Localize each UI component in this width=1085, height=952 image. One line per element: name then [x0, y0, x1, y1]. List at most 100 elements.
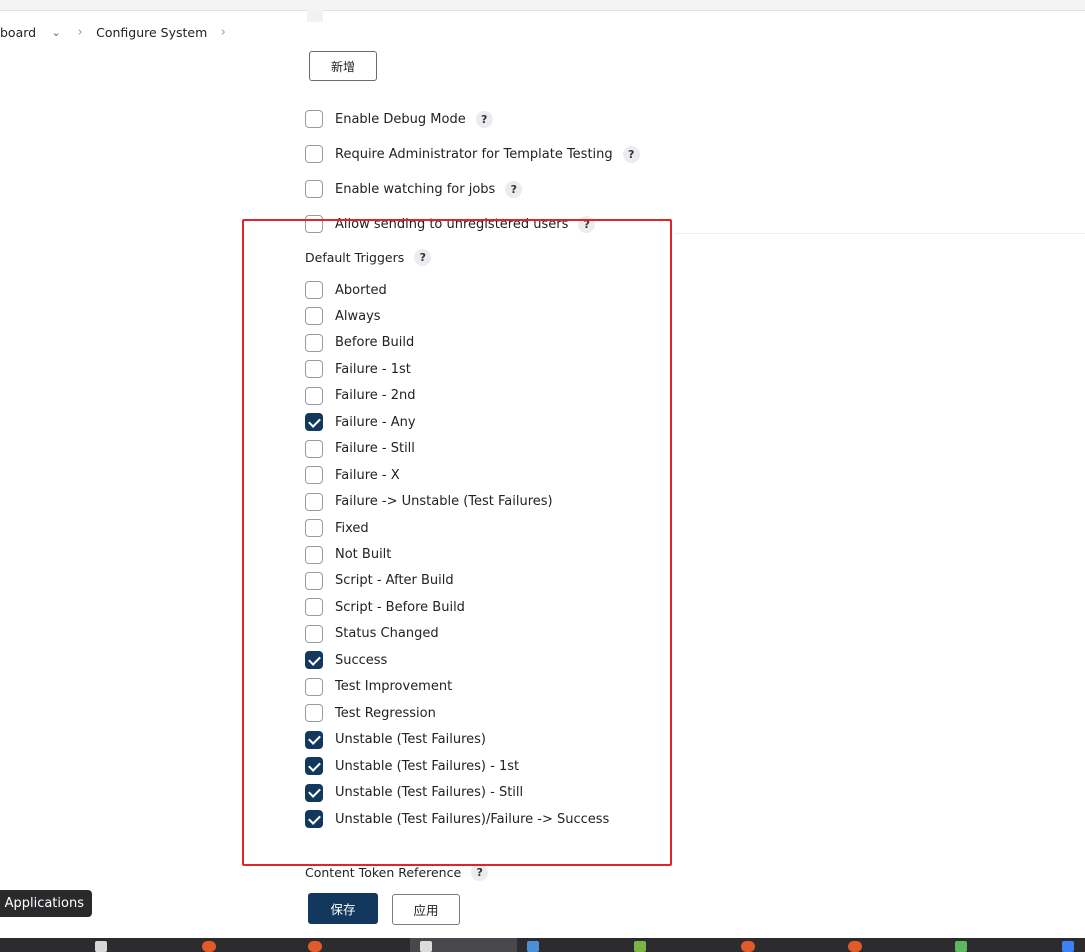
trigger-row[interactable]: Aborted — [305, 279, 387, 301]
checkbox[interactable] — [305, 360, 323, 379]
checkbox[interactable] — [305, 281, 323, 299]
trigger-label: Failure - 2nd — [335, 388, 416, 404]
checkbox[interactable] — [305, 545, 323, 564]
chevron-right-icon: › — [220, 24, 226, 40]
trigger-row[interactable]: Failure - Still — [305, 438, 415, 460]
trigger-row[interactable]: Always — [305, 305, 381, 327]
trigger-label: Always — [335, 308, 381, 324]
checkbox-checked[interactable] — [305, 810, 323, 828]
help-icon[interactable]: ? — [414, 249, 432, 266]
checkbox[interactable] — [305, 180, 323, 198]
trigger-label: Unstable (Test Failures) - 1st — [335, 758, 520, 774]
trigger-label: Failure - X — [335, 467, 400, 483]
checkbox[interactable] — [305, 215, 323, 233]
trigger-label: Success — [335, 652, 388, 668]
taskbar-app-icon[interactable] — [202, 941, 216, 952]
checkbox-checked[interactable] — [305, 730, 323, 749]
checkbox[interactable] — [305, 677, 323, 696]
trigger-label: Fixed — [335, 520, 369, 536]
option-label: Require Administrator for Template Testi… — [335, 146, 613, 162]
breadcrumb-dashboard[interactable]: board — [0, 25, 36, 40]
trigger-row[interactable]: Failure - 1st — [305, 358, 411, 380]
chevron-down-icon[interactable]: ⌄ — [48, 26, 64, 39]
trigger-row[interactable]: Unstable (Test Failures) - Still — [305, 782, 523, 804]
checkbox-checked[interactable] — [305, 783, 323, 802]
content-token-reference: Content Token Reference ? — [305, 864, 489, 881]
taskbar-app-icon[interactable] — [527, 941, 539, 952]
trigger-row[interactable]: Test Improvement — [305, 676, 452, 698]
help-icon[interactable]: ? — [578, 215, 596, 233]
checkbox[interactable] — [305, 704, 323, 723]
help-icon[interactable]: ? — [505, 180, 523, 198]
option-label: Allow sending to unregistered users — [335, 216, 569, 232]
checkbox[interactable] — [305, 333, 323, 352]
checkbox-checked[interactable] — [305, 413, 323, 432]
breadcrumb-configure-system[interactable]: Configure System — [96, 25, 207, 40]
trigger-row[interactable]: Script - Before Build — [305, 596, 465, 618]
trigger-label: Not Built — [335, 547, 392, 562]
trigger-label: Aborted — [335, 282, 387, 298]
checkbox[interactable] — [305, 439, 323, 458]
help-icon[interactable]: ? — [471, 864, 489, 881]
trigger-row[interactable]: Not Built — [305, 544, 391, 566]
trigger-label: Failure - 1st — [335, 361, 411, 377]
taskbar-app-icon[interactable] — [308, 941, 322, 952]
trigger-row[interactable]: Failure - Any — [305, 411, 416, 433]
breadcrumb: board ⌄ › Configure System › — [0, 18, 239, 46]
trigger-row[interactable]: Unstable (Test Failures) — [305, 729, 486, 751]
top-scroll-edge — [0, 0, 1085, 22]
trigger-row[interactable]: Unstable (Test Failures) - 1st — [305, 755, 519, 777]
help-icon[interactable]: ? — [475, 110, 493, 128]
trigger-row[interactable]: Script - After Build — [305, 570, 454, 592]
taskbar-app-icon[interactable] — [95, 941, 107, 952]
checkbox[interactable] — [305, 466, 323, 485]
taskbar-app-icon[interactable] — [1062, 941, 1074, 952]
default-triggers-heading: Default Triggers ? — [305, 249, 432, 266]
checkbox[interactable] — [305, 307, 323, 326]
default-triggers-label: Default Triggers — [305, 250, 405, 265]
top-stub — [307, 10, 323, 22]
checkbox[interactable] — [305, 386, 323, 405]
checkbox-checked[interactable] — [305, 757, 323, 776]
option-allow-unregistered-users[interactable]: Allow sending to unregistered users ? — [305, 213, 596, 235]
option-enable-watching-jobs[interactable]: Enable watching for jobs ? — [305, 178, 523, 200]
option-label: Enable watching for jobs — [335, 181, 496, 197]
checkbox[interactable] — [305, 519, 323, 538]
trigger-label: Test Regression — [335, 705, 436, 721]
taskbar-app-icon[interactable] — [634, 941, 646, 952]
trigger-row[interactable]: Test Regression — [305, 702, 436, 724]
option-require-admin-template-testing[interactable]: Require Administrator for Template Testi… — [305, 143, 640, 165]
taskbar-app-icon[interactable] — [955, 941, 967, 952]
trigger-row[interactable]: Fixed — [305, 517, 369, 539]
trigger-row[interactable]: Before Build — [305, 332, 414, 354]
option-enable-debug-mode[interactable]: Enable Debug Mode ? — [305, 108, 493, 130]
taskbar-app-icon[interactable] — [741, 941, 755, 952]
checkbox[interactable] — [305, 145, 323, 163]
checkbox-checked[interactable] — [305, 651, 323, 670]
trigger-label: Script - After Build — [335, 573, 454, 589]
trigger-label: Status Changed — [335, 626, 439, 642]
trigger-row[interactable]: Failure - X — [305, 464, 400, 486]
help-icon[interactable]: ? — [622, 145, 640, 163]
trigger-label: Test Improvement — [335, 679, 453, 695]
taskbar-app-icon[interactable] — [420, 941, 432, 952]
apply-button[interactable]: 应用 — [392, 894, 460, 925]
trigger-row[interactable]: Unstable (Test Failures)/Failure -> Succ… — [305, 808, 609, 830]
divider — [674, 233, 1085, 234]
trigger-row[interactable]: Failure -> Unstable (Test Failures) — [305, 491, 553, 513]
taskbar — [0, 938, 1085, 952]
checkbox[interactable] — [305, 110, 323, 128]
trigger-row[interactable]: Failure - 2nd — [305, 385, 416, 407]
trigger-label: Script - Before Build — [335, 599, 465, 615]
trigger-row[interactable]: Status Changed — [305, 623, 439, 645]
checkbox[interactable] — [305, 492, 323, 511]
content-token-label: Content Token Reference — [305, 865, 462, 880]
checkbox[interactable] — [305, 598, 323, 617]
save-button[interactable]: 保存 — [308, 893, 378, 924]
add-button[interactable]: 新增 — [309, 51, 377, 81]
checkbox[interactable] — [305, 624, 323, 643]
trigger-row[interactable]: Success — [305, 649, 387, 671]
checkbox[interactable] — [305, 571, 323, 590]
taskbar-app-icon[interactable] — [848, 941, 862, 952]
trigger-label: Unstable (Test Failures) - Still — [335, 785, 524, 801]
